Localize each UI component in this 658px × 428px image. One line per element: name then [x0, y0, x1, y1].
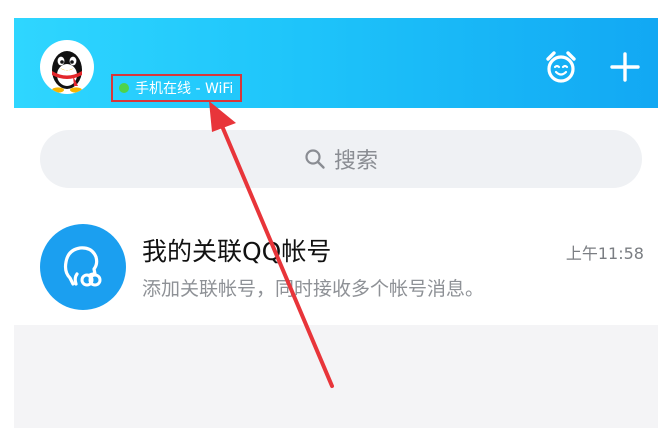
user-avatar[interactable]	[40, 40, 94, 94]
plus-icon[interactable]	[608, 50, 642, 84]
linked-account-icon	[63, 246, 102, 287]
conversation-item[interactable]: 我的关联QQ帐号 上午11:58 添加关联帐号，同时接收多个帐号消息。	[14, 218, 658, 316]
search-icon	[305, 149, 325, 169]
search-bar[interactable]: 搜索	[40, 130, 642, 188]
content-panel: 搜索 我的关联QQ帐号 上午11:58 添加关联帐号，同时接收多个帐号消息。	[14, 108, 658, 325]
online-status[interactable]: 手机在线 - WiFi	[111, 74, 243, 102]
online-dot-icon	[119, 83, 129, 93]
search-placeholder: 搜索	[333, 149, 378, 174]
online-status-text: 手机在线 - WiFi	[135, 81, 234, 97]
top-header: 手机在线 - WiFi	[14, 18, 658, 108]
alarm-face-icon[interactable]	[544, 50, 578, 84]
app-screen: 手机在线 - WiFi 搜索 我的关联QQ帐号 上午11:58 添加关联帐号，同…	[14, 18, 658, 428]
conversation-time: 上午11:58	[565, 244, 644, 263]
conversation-title: 我的关联QQ帐号	[142, 237, 332, 266]
conversation-avatar	[40, 224, 126, 310]
penguin-icon	[52, 51, 82, 93]
conversation-preview: 添加关联帐号，同时接收多个帐号消息。	[142, 278, 485, 300]
